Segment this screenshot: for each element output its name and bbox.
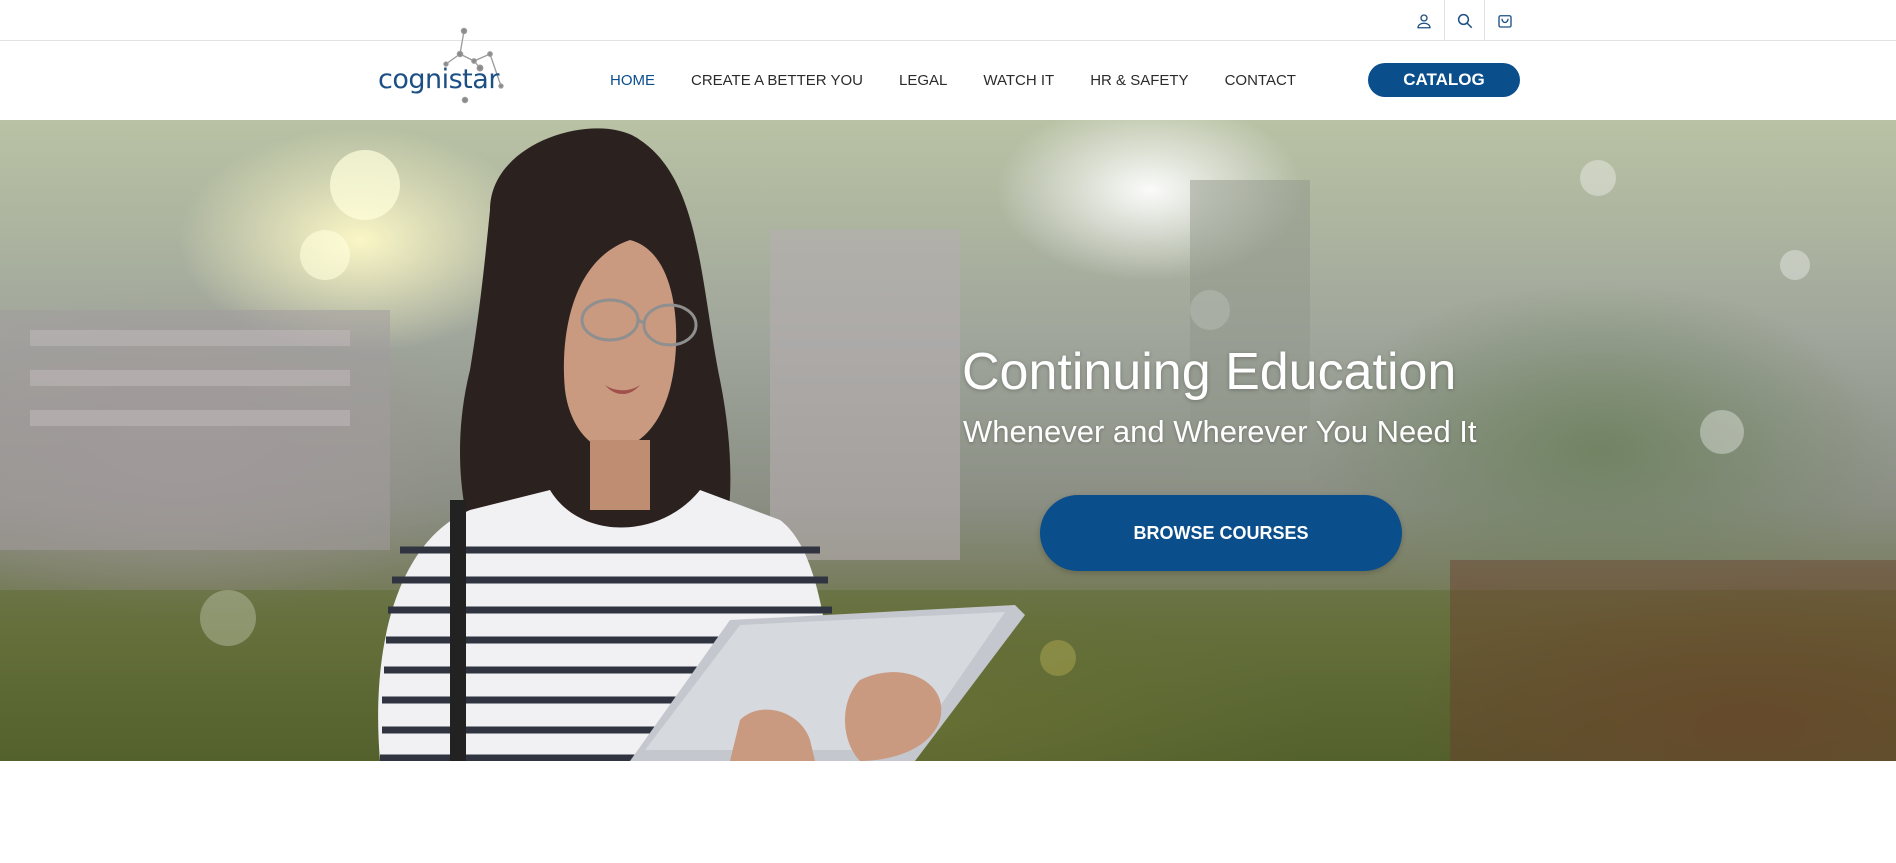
account-button[interactable] [1404,0,1444,41]
nav-item-contact[interactable]: CONTACT [1225,72,1296,89]
nav-item-watch-it[interactable]: WATCH IT [983,72,1054,89]
logo-text: cognistar [378,64,499,95]
browse-courses-button[interactable]: BROWSE COURSES [1040,495,1402,571]
nav-item-legal[interactable]: LEGAL [899,72,947,89]
main-nav: HOME CREATE A BETTER YOU LEGAL WATCH IT … [610,41,1332,120]
utility-bar [0,0,1896,41]
nav-item-home[interactable]: HOME [610,72,655,89]
cognistar-logo[interactable]: cognistar [376,24,516,104]
utility-icons [1404,0,1524,41]
cart-icon [1497,14,1512,28]
woman-with-tablet-image [378,128,1025,761]
search-button[interactable] [1444,0,1484,41]
hero-banner: Continuing Education Whenever and Wherev… [0,120,1896,761]
user-icon [1417,13,1431,28]
nav-item-create-a-better-you[interactable]: CREATE A BETTER YOU [691,72,863,89]
search-icon [1457,13,1472,28]
catalog-button[interactable]: CATALOG [1368,63,1520,97]
hero-title: Continuing Education [962,343,1457,401]
nav-item-hr-safety[interactable]: HR & SAFETY [1090,72,1188,89]
cart-button[interactable] [1484,0,1524,41]
hero-subtitle: Whenever and Wherever You Need It [963,414,1477,449]
